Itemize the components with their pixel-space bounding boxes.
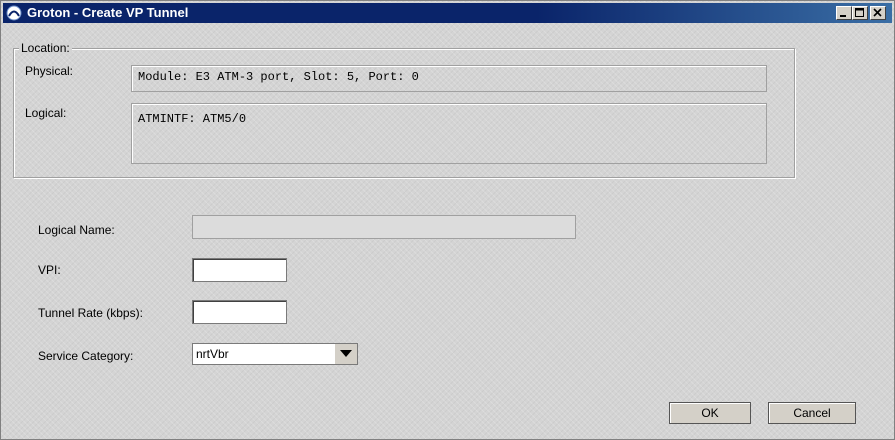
service-category-select[interactable]: nrtVbr	[192, 343, 358, 365]
logical-name-field[interactable]	[192, 215, 576, 239]
physical-label: Physical:	[25, 64, 74, 78]
tunnel-rate-field[interactable]	[192, 300, 287, 324]
maximize-icon	[855, 8, 864, 17]
cancel-button[interactable]: Cancel	[768, 402, 856, 424]
close-icon	[873, 8, 882, 17]
service-category-label: Service Category:	[38, 349, 134, 363]
physical-value-box: Module: E3 ATM-3 port, Slot: 5, Port: 0	[131, 65, 767, 92]
chevron-down-icon	[340, 350, 352, 357]
window-title: Groton - Create VP Tunnel	[27, 5, 189, 20]
logical-name-label: Logical Name:	[38, 223, 115, 237]
service-category-value: nrtVbr	[196, 347, 229, 361]
tunnel-rate-label: Tunnel Rate (kbps):	[38, 306, 143, 320]
app-icon	[6, 5, 22, 21]
ok-button[interactable]: OK	[669, 402, 751, 424]
create-vp-tunnel-dialog: Groton - Create VP Tunnel Location: Phys…	[0, 0, 895, 440]
minimize-icon	[840, 15, 846, 17]
dropdown-button[interactable]	[335, 344, 357, 364]
location-legend: Location:	[19, 41, 72, 55]
close-button[interactable]	[870, 6, 886, 20]
vpi-label: VPI:	[38, 263, 61, 277]
logical-value-box: ATMINTF: ATM5/0	[131, 103, 767, 164]
minimize-button[interactable]	[836, 6, 852, 20]
logical-label: Logical:	[25, 106, 67, 120]
maximize-button[interactable]	[852, 6, 868, 20]
title-bar[interactable]: Groton - Create VP Tunnel	[3, 3, 892, 23]
physical-value: Module: E3 ATM-3 port, Slot: 5, Port: 0	[138, 70, 419, 84]
logical-value: ATMINTF: ATM5/0	[138, 112, 247, 126]
vpi-field[interactable]	[192, 258, 287, 282]
